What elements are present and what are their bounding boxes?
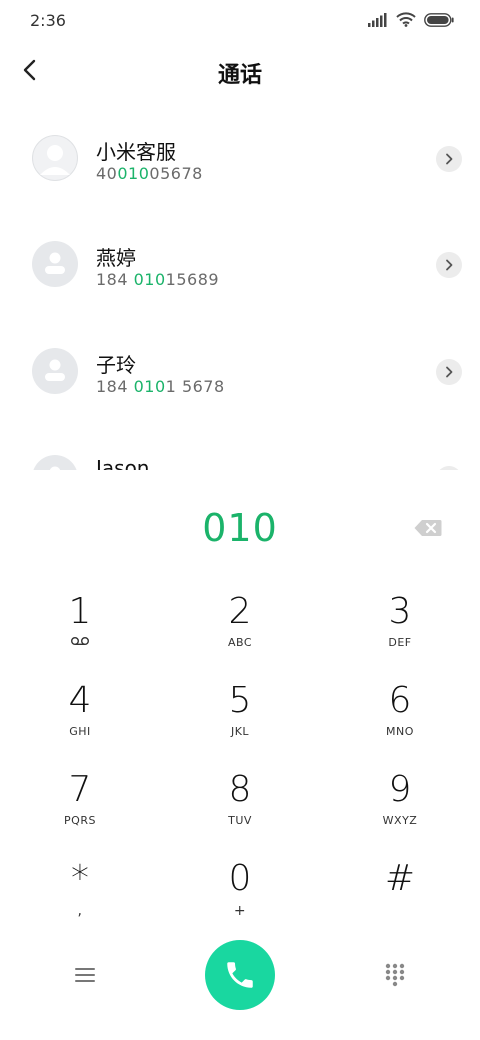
avatar [32, 455, 78, 470]
dialed-number: 010 [202, 506, 278, 550]
contact-row[interactable]: Jason [0, 420, 480, 470]
menu-button[interactable] [70, 960, 100, 990]
person-icon [49, 466, 61, 470]
battery-icon [424, 12, 454, 31]
key-hash[interactable]: # [340, 857, 460, 937]
key-0[interactable]: 0 + [180, 857, 300, 937]
status-bar: 2:36 [0, 0, 480, 44]
contact-row[interactable]: 子玲 184 0101 5678 [0, 313, 480, 413]
silhouette-icon [32, 135, 78, 181]
voicemail-icon [20, 636, 140, 649]
dial-display: 010 [0, 500, 480, 556]
key-9[interactable]: 9 WXYZ [340, 768, 460, 848]
key-1[interactable]: 1 [20, 590, 140, 670]
person-icon [45, 359, 65, 381]
contact-detail-button[interactable] [436, 466, 462, 470]
key-star[interactable]: * , [20, 857, 140, 937]
avatar [32, 348, 78, 394]
header: 通话 [0, 44, 480, 100]
phone-icon [227, 962, 253, 988]
dialpad-icon [385, 963, 405, 987]
chevron-right-icon [446, 153, 453, 165]
key-2[interactable]: 2 ABC [180, 590, 300, 670]
backspace-icon [414, 520, 442, 536]
contact-detail-button[interactable] [436, 252, 462, 278]
wifi-icon [396, 12, 416, 31]
backspace-button[interactable] [413, 515, 443, 541]
avatar [32, 135, 78, 181]
call-button[interactable] [205, 940, 275, 1010]
status-icons [368, 12, 454, 31]
contact-name: 燕婷 [96, 246, 136, 270]
avatar [32, 241, 78, 287]
key-5[interactable]: 5 JKL [180, 679, 300, 759]
contact-number: 184 01015689 [96, 270, 220, 289]
key-6[interactable]: 6 MNO [340, 679, 460, 759]
contact-name: 子玲 [96, 353, 136, 377]
contact-name: Jason [96, 456, 150, 470]
contact-detail-button[interactable] [436, 359, 462, 385]
chevron-right-icon [446, 366, 453, 378]
menu-icon [75, 968, 95, 982]
contact-name: 小米客服 [96, 140, 176, 164]
signal-icon [368, 12, 388, 31]
bottom-bar [0, 940, 480, 1010]
contact-list: 小米客服 4001005678 燕婷 184 01015689 子玲 184 0… [0, 100, 480, 470]
key-7[interactable]: 7 PQRS [20, 768, 140, 848]
page-title: 通话 [217, 63, 262, 88]
person-icon [45, 252, 65, 274]
contact-detail-button[interactable] [436, 146, 462, 172]
key-4[interactable]: 4 GHI [20, 679, 140, 759]
contact-number: 184 0101 5678 [96, 377, 225, 396]
contact-row[interactable]: 小米客服 4001005678 [0, 100, 480, 200]
status-time: 2:36 [30, 11, 66, 30]
dialpad-toggle-button[interactable] [380, 960, 410, 990]
key-8[interactable]: 8 TUV [180, 768, 300, 848]
key-3[interactable]: 3 DEF [340, 590, 460, 670]
chevron-right-icon [446, 259, 453, 271]
contact-row[interactable]: 燕婷 184 01015689 [0, 206, 480, 306]
contact-number: 4001005678 [96, 164, 203, 183]
